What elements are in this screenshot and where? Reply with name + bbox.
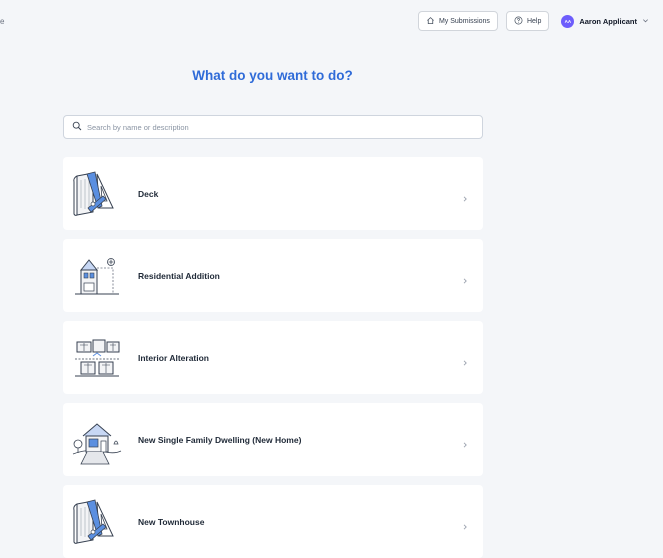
top-bar: e My Submissions Help AA Aaron Applicant [0, 0, 663, 44]
option-new-townhouse[interactable]: New Townhouse [63, 485, 483, 558]
interior-rooms-icon [67, 330, 127, 386]
chevron-right-icon [461, 518, 469, 530]
new-home-icon [67, 412, 127, 468]
chevron-right-icon [461, 354, 469, 366]
tools-icon [67, 166, 127, 222]
chevron-right-icon [461, 190, 469, 202]
my-submissions-label: My Submissions [438, 17, 490, 25]
option-label: Deck [138, 188, 159, 199]
help-label: Help [526, 17, 542, 25]
my-submissions-button[interactable]: My Submissions [417, 11, 498, 31]
option-label: Residential Addition [138, 270, 220, 281]
search-input[interactable] [87, 122, 467, 132]
avatar: AA [561, 14, 575, 28]
home-icon [426, 16, 435, 27]
chevron-down-icon [642, 17, 649, 26]
house-addition-icon [67, 248, 127, 304]
option-label: Interior Alteration [138, 352, 209, 363]
option-new-single-family-dwelling[interactable]: New Single Family Dwelling (New Home) [63, 403, 483, 476]
option-label: New Single Family Dwelling (New Home) [138, 434, 302, 445]
top-nav: My Submissions Help AA Aaron Applicant [417, 11, 649, 31]
chevron-right-icon [461, 436, 469, 448]
help-icon [514, 16, 523, 27]
tools-icon [67, 494, 127, 550]
brand-fragment[interactable]: e [0, 17, 4, 26]
help-button[interactable]: Help [505, 11, 550, 31]
option-interior-alteration[interactable]: Interior Alteration [63, 321, 483, 394]
page-title: What do you want to do? [192, 68, 353, 83]
chevron-right-icon [461, 272, 469, 284]
option-label: New Townhouse [138, 516, 205, 527]
option-residential-addition[interactable]: Residential Addition [63, 239, 483, 312]
search-box[interactable] [63, 115, 483, 139]
search-icon [72, 118, 82, 136]
user-name: Aaron Applicant [579, 16, 637, 26]
user-menu[interactable]: AA Aaron Applicant [557, 14, 649, 28]
option-deck[interactable]: Deck [63, 157, 483, 230]
